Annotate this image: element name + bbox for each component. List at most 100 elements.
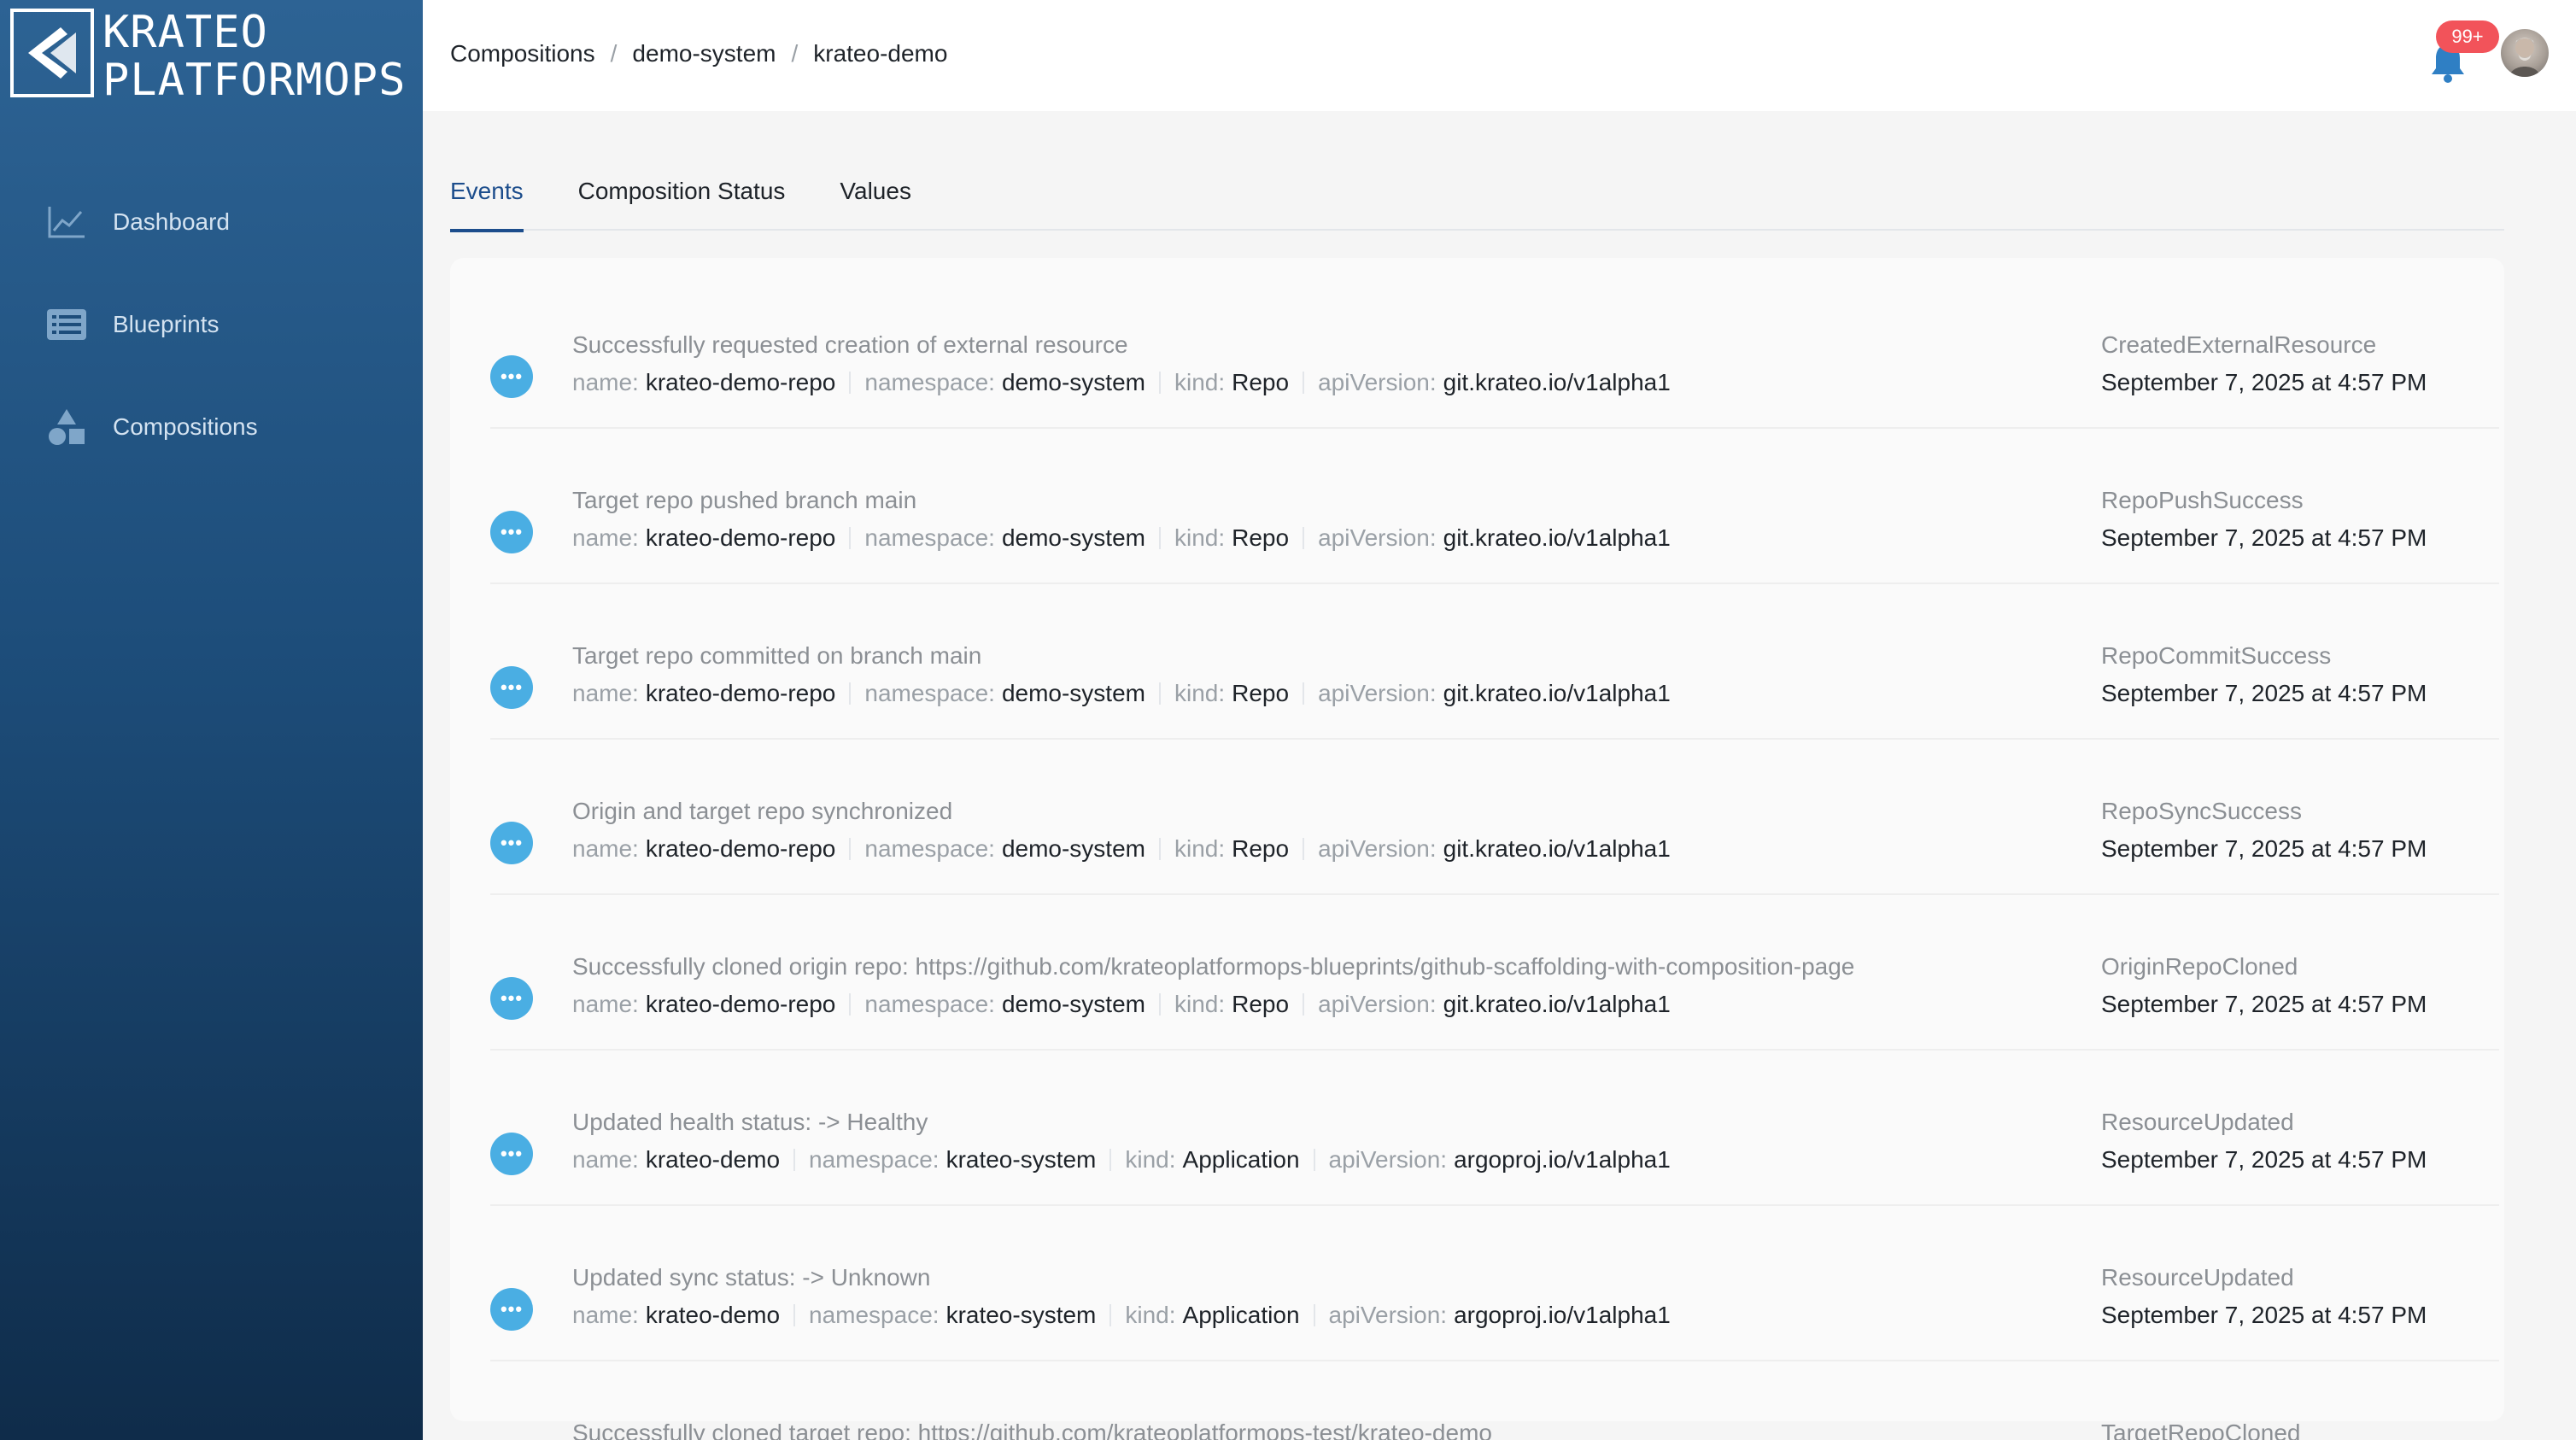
event-namespace: demo-system [1001,524,1145,551]
chart-line-icon [46,202,87,243]
event-details-button[interactable]: ••• [490,1133,533,1175]
event-meta: name: krateo-demo-repo namespace: demo-sys… [572,991,1671,1018]
event-timestamp: September 7, 2025 at 4:57 PM [2101,991,2427,1017]
composition-tabs: Events Composition Status Values [450,159,2504,232]
event-timestamp: September 7, 2025 at 4:57 PM [2101,835,2427,862]
divider [793,1304,796,1326]
event-item: ••• Updated health status: -> Healthy na… [490,1051,2499,1206]
breadcrumb-separator: / [791,40,799,67]
shapes-icon [46,407,87,448]
sidebar-nav: Dashboard Blueprints Compositions [0,171,423,478]
event-meta: name: krateo-demo namespace: krateo-system… [572,1146,1671,1174]
event-details-button[interactable]: ••• [490,355,533,398]
divider [1313,1304,1315,1326]
breadcrumb-namespace[interactable]: demo-system [632,40,776,67]
divider [1158,682,1161,705]
divider [849,993,852,1016]
event-details-button[interactable]: ••• [490,1288,533,1331]
event-item: ••• Origin and target repo synchronized … [490,740,2499,895]
breadcrumb-separator: / [610,40,618,67]
avatar[interactable] [2501,29,2549,77]
divider [1303,682,1305,705]
event-item: ••• Target repo pushed branch main name:… [490,429,2499,584]
sidebar-item-compositions[interactable]: Compositions [0,376,423,478]
label-name: name: [572,524,639,551]
event-details-button[interactable]: ••• [490,822,533,864]
sidebar-item-dashboard[interactable]: Dashboard [0,171,423,273]
event-kind: Repo [1232,680,1290,706]
event-reason: RepoSyncSuccess [2101,798,2303,824]
label-name: name: [572,1146,639,1173]
event-item: Successfully cloned target repo: https:/… [490,1361,2499,1440]
divider [1158,527,1161,549]
divider [1109,1304,1112,1326]
tab-composition-status[interactable]: Composition Status [578,159,786,231]
list-icon [46,304,87,345]
top-header: Compositions / demo-system / krateo-demo… [423,0,2576,111]
divider [1158,838,1161,860]
event-timestamp: September 7, 2025 at 4:57 PM [2101,680,2427,706]
label-kind: kind: [1174,835,1226,862]
event-namespace: krateo-system [946,1302,1097,1328]
event-api-version: argoproj.io/v1alpha1 [1454,1302,1671,1328]
event-message: Target repo pushed branch main [572,487,917,513]
tab-events[interactable]: Events [450,159,524,232]
sidebar-item-label: Compositions [113,413,258,440]
tab-values[interactable]: Values [840,159,911,231]
brand-logo[interactable]: KRATEO PLATFORMOPS [10,9,406,104]
sidebar-item-blueprints[interactable]: Blueprints [0,273,423,376]
label-api-version: apiVersion: [1328,1302,1448,1328]
event-message: Updated health status: -> Healthy [572,1109,928,1135]
divider [1158,372,1161,394]
label-name: name: [572,991,639,1017]
event-meta: name: krateo-demo-repo namespace: demo-sys… [572,369,1671,396]
event-meta: name: krateo-demo-repo namespace: demo-sys… [572,524,1671,552]
label-namespace: namespace: [864,680,995,706]
label-kind: kind: [1125,1146,1176,1173]
event-message: Successfully cloned origin repo: https:/… [572,953,1855,980]
event-kind: Repo [1232,524,1290,551]
event-item: ••• Target repo committed on branch main… [490,584,2499,740]
divider [793,1149,796,1171]
event-name: krateo-demo-repo [645,991,836,1017]
event-details-button[interactable]: ••• [490,511,533,553]
event-details-button[interactable]: ••• [490,666,533,709]
event-reason: RepoPushSuccess [2101,487,2304,513]
divider [1158,993,1161,1016]
divider [1109,1149,1112,1171]
divider [849,372,852,394]
sidebar-item-label: Dashboard [113,208,230,235]
sidebar: KRATEO PLATFORMOPS Dashboard Blueprints … [0,0,423,1440]
label-name: name: [572,369,639,395]
label-api-version: apiVersion: [1318,524,1437,551]
label-api-version: apiVersion: [1318,835,1437,862]
event-timestamp: September 7, 2025 at 4:57 PM [2101,1302,2427,1328]
divider [1303,838,1305,860]
brand-line-1: KRATEO [102,7,268,58]
label-kind: kind: [1125,1302,1176,1328]
event-meta: name: krateo-demo-repo namespace: demo-sys… [572,835,1671,863]
krateo-logo-icon [10,9,94,97]
event-kind: Repo [1232,369,1290,395]
event-reason: RepoCommitSuccess [2101,642,2332,669]
divider [1303,527,1305,549]
event-namespace: krateo-system [946,1146,1097,1173]
label-name: name: [572,1302,639,1328]
event-message: Origin and target repo synchronized [572,798,953,824]
event-name: krateo-demo-repo [645,369,836,395]
divider [849,527,852,549]
event-meta: name: krateo-demo-repo namespace: demo-sys… [572,680,1671,707]
label-kind: kind: [1174,369,1226,395]
label-api-version: apiVersion: [1318,369,1437,395]
breadcrumb-compositions[interactable]: Compositions [450,40,595,67]
label-kind: kind: [1174,680,1226,706]
event-name: krateo-demo-repo [645,524,836,551]
event-namespace: demo-system [1001,835,1145,862]
label-api-version: apiVersion: [1328,1146,1448,1173]
event-details-button[interactable]: ••• [490,977,533,1020]
app-root: KRATEO PLATFORMOPS Dashboard Blueprints … [0,0,2576,1440]
event-meta: name: krateo-demo namespace: krateo-system… [572,1302,1671,1329]
label-namespace: namespace: [864,524,995,551]
label-namespace: namespace: [864,835,995,862]
event-namespace: demo-system [1001,680,1145,706]
